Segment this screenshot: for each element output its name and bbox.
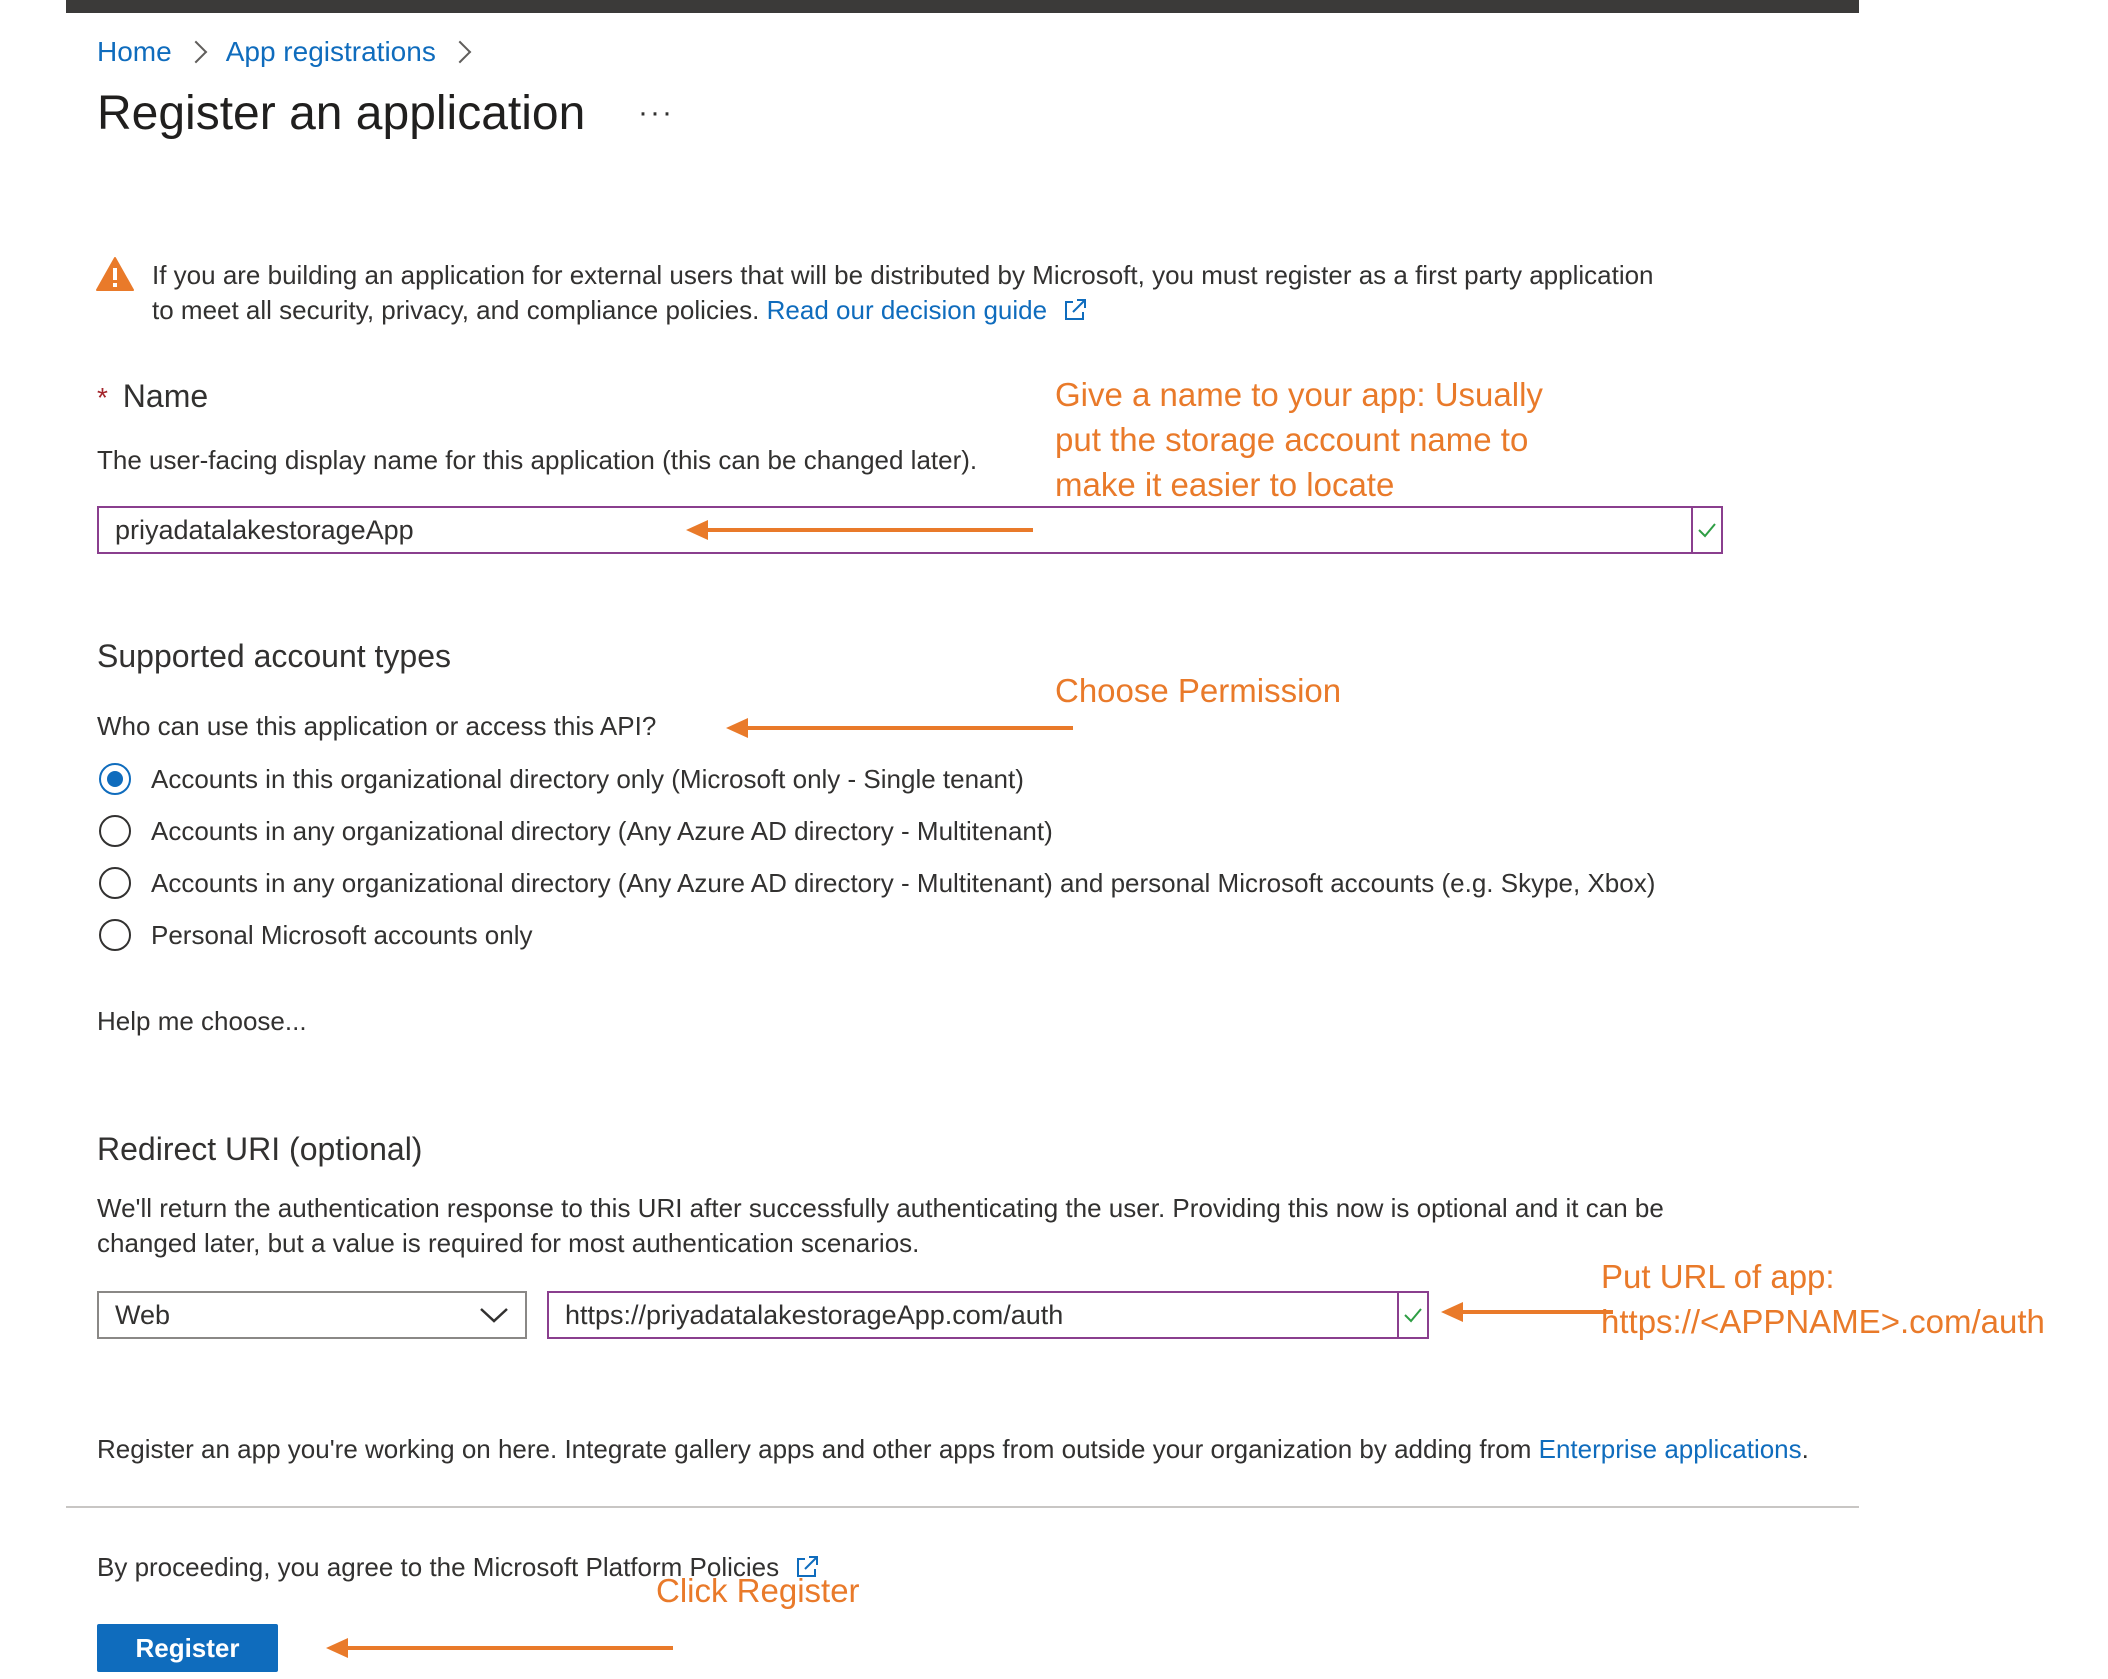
redirect-description-line2: changed later, but a value is required f…: [97, 1228, 920, 1258]
radio-button[interactable]: [99, 919, 131, 951]
annotation-register: Click Register: [656, 1572, 860, 1609]
account-option-personal-only[interactable]: Personal Microsoft accounts only: [99, 919, 533, 951]
name-valid-indicator: [1693, 506, 1723, 554]
name-description: The user-facing display name for this ap…: [97, 445, 978, 475]
redirect-title: Redirect URI (optional): [97, 1131, 423, 1167]
radio-button[interactable]: [99, 815, 131, 847]
checkmark-icon: [1698, 523, 1716, 538]
external-link-icon[interactable]: [1062, 297, 1088, 323]
breadcrumb-app-registrations[interactable]: App registrations: [226, 36, 436, 68]
redirect-uri-value: https://priyadatalakestorageApp.com/auth: [565, 1299, 1064, 1330]
chevron-right-icon: [448, 40, 472, 64]
register-note: Register an app you're working on here. …: [97, 1434, 1809, 1464]
register-button[interactable]: Register: [97, 1624, 278, 1672]
option-label: Accounts in any organizational directory…: [151, 867, 1656, 898]
page-title: Register an application: [97, 87, 586, 140]
annotation-url: Put URL of app: https://<APPNAME>.com/au…: [1601, 1254, 2045, 1344]
account-types-question: Who can use this application or access t…: [97, 711, 657, 741]
platform-select[interactable]: Web: [97, 1291, 527, 1339]
account-option-single-tenant[interactable]: Accounts in this organizational director…: [99, 763, 1024, 795]
radio-button[interactable]: [99, 763, 131, 795]
option-label: Accounts in this organizational director…: [151, 763, 1024, 794]
checkmark-icon: [1404, 1308, 1422, 1323]
chevron-right-icon: [184, 40, 208, 64]
more-options-button[interactable]: ···: [638, 96, 674, 130]
annotation-url-line2: https://<APPNAME>.com/auth: [1601, 1303, 2045, 1340]
arrow-left-icon: [1441, 1302, 1613, 1322]
annotation-url-line1: Put URL of app:: [1601, 1258, 1835, 1295]
platform-select-value: Web: [115, 1299, 171, 1330]
chevron-down-icon: [480, 1308, 508, 1323]
annotation-name-line1: Give a name to your app: Usually: [1055, 376, 1543, 413]
arrow-left-icon: [726, 718, 1073, 738]
enterprise-applications-link[interactable]: Enterprise applications: [1539, 1434, 1802, 1464]
arrow-left-icon: [326, 1638, 673, 1658]
account-option-multitenant[interactable]: Accounts in any organizational directory…: [99, 815, 1053, 847]
option-label: Personal Microsoft accounts only: [151, 919, 533, 950]
arrow-left-icon: [686, 520, 1033, 540]
required-asterisk: *: [97, 382, 108, 413]
breadcrumb-home[interactable]: Home: [97, 36, 172, 68]
annotation-name-line2: put the storage account name to: [1055, 421, 1529, 458]
annotation-name: Give a name to your app: Usually put the…: [1055, 372, 1543, 507]
divider: [66, 1506, 1859, 1508]
warning-message: If you are building an application for e…: [152, 258, 1672, 328]
annotation-name-line3: make it easier to locate: [1055, 466, 1395, 503]
option-label: Accounts in any organizational directory…: [151, 815, 1053, 846]
uri-valid-indicator: [1399, 1291, 1429, 1339]
account-option-multitenant-personal[interactable]: Accounts in any organizational directory…: [99, 867, 1655, 899]
name-label-text: Name: [122, 378, 209, 414]
warning-icon: [96, 257, 134, 291]
decision-guide-link[interactable]: Read our decision guide: [767, 295, 1047, 325]
name-input-value: priyadatalakestorageApp: [115, 514, 414, 545]
account-types-title: Supported account types: [97, 638, 452, 674]
top-bar: [66, 0, 1859, 13]
register-note-text: Register an app you're working on here. …: [97, 1434, 1532, 1464]
breadcrumb: Home App registrations: [97, 34, 490, 70]
redirect-uri-input[interactable]: https://priyadatalakestorageApp.com/auth: [547, 1291, 1399, 1339]
radio-button[interactable]: [99, 867, 131, 899]
redirect-description-line1: We'll return the authentication response…: [97, 1193, 1664, 1223]
name-label: * Name: [97, 378, 208, 415]
help-me-choose-link[interactable]: Help me choose...: [97, 1006, 307, 1037]
annotation-permission: Choose Permission: [1055, 672, 1342, 709]
